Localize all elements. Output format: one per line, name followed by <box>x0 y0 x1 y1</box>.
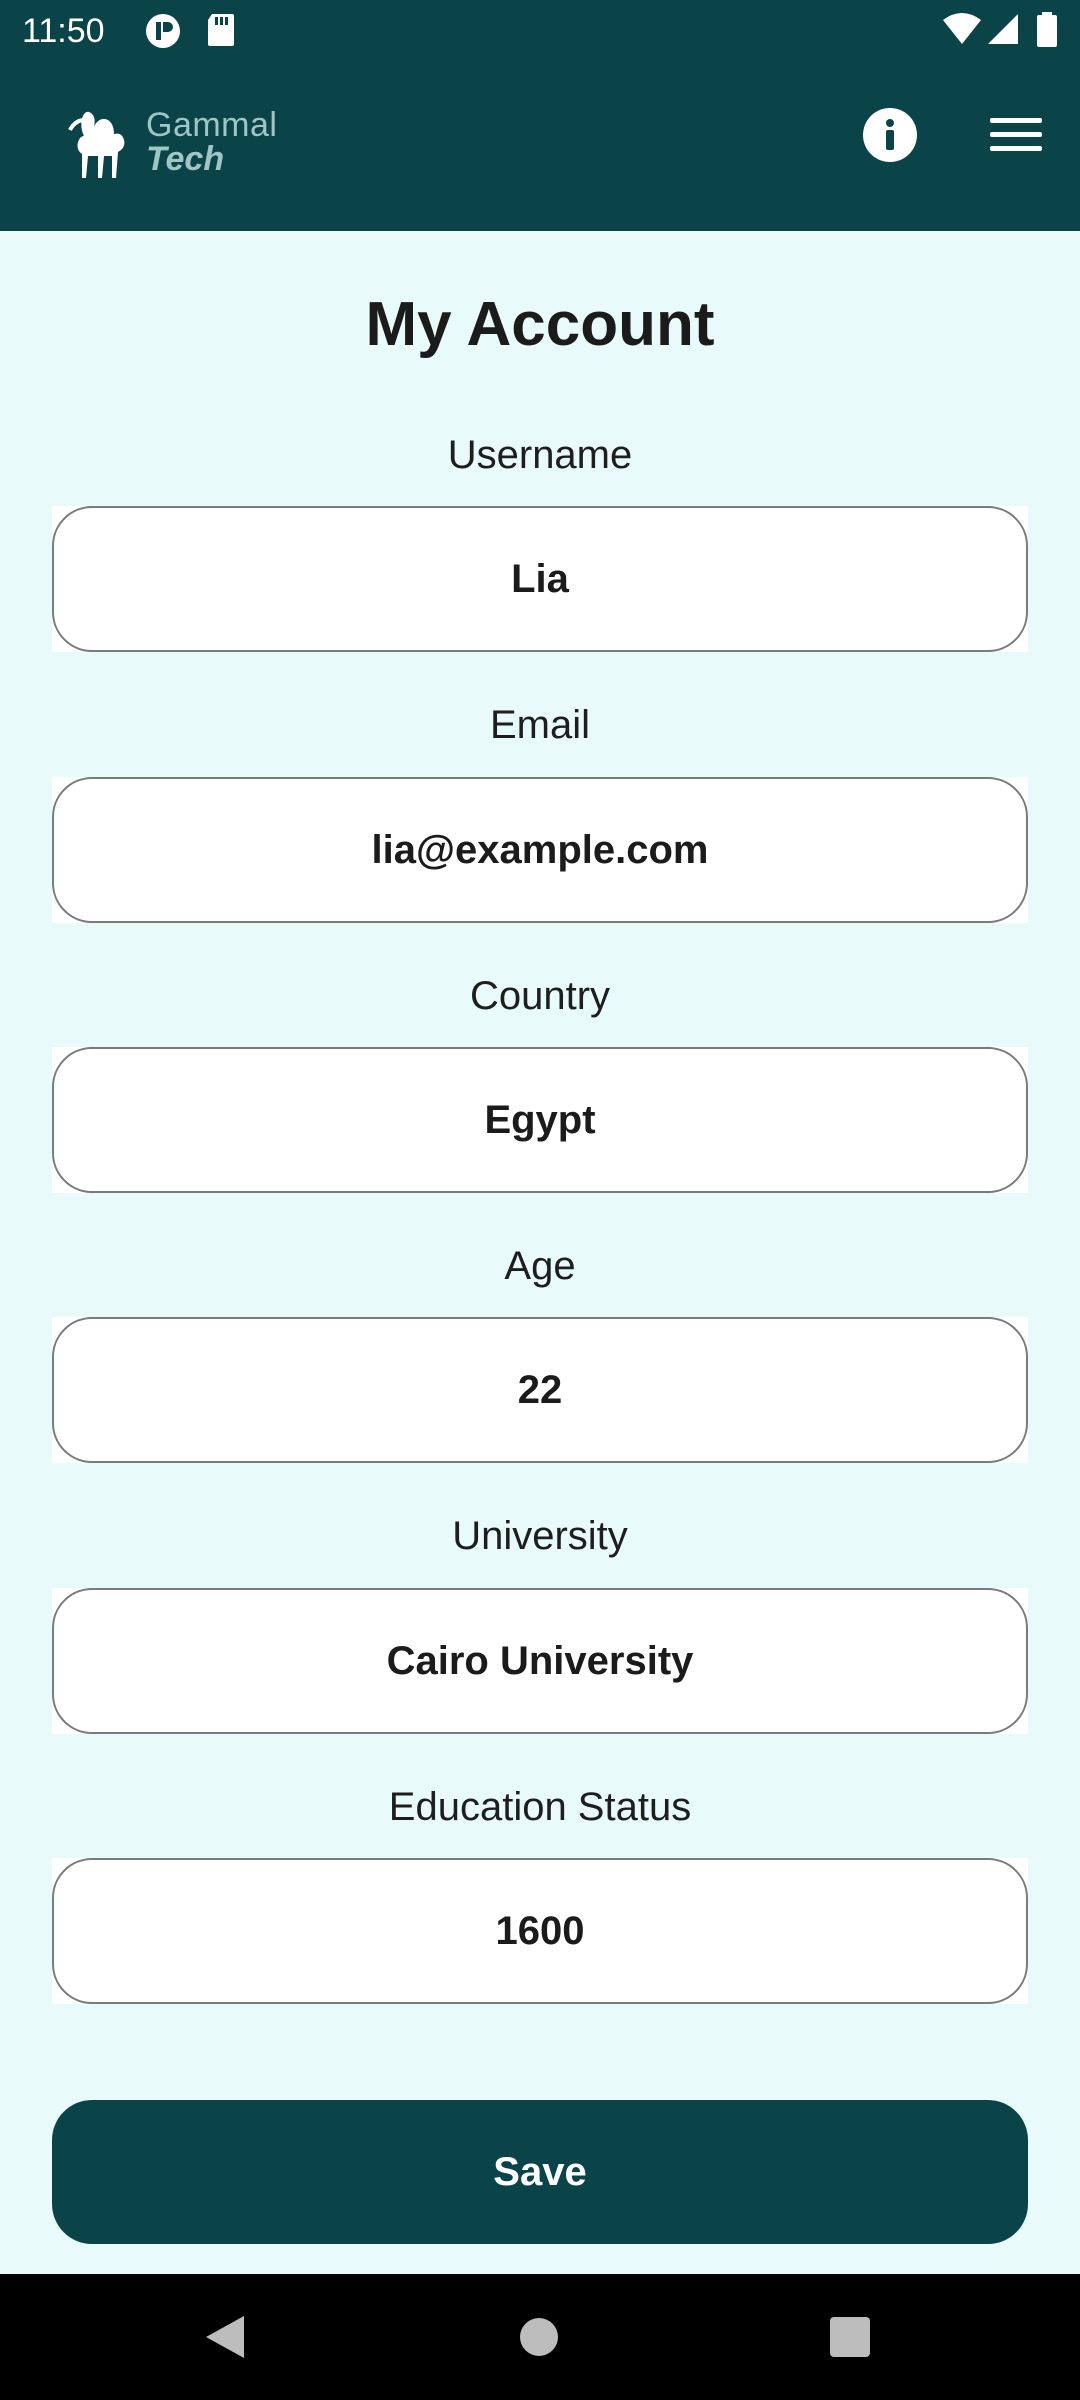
cellular-signal-icon <box>988 14 1018 44</box>
save-button[interactable]: Save <box>52 2100 1028 2244</box>
email-field[interactable]: lia@example.com <box>52 777 1028 923</box>
sd-card-icon <box>208 14 234 46</box>
country-label: Country <box>469 974 611 1018</box>
logo-text-tech: Tech <box>146 140 225 178</box>
system-navigation-bar <box>0 2274 1080 2400</box>
university-field-container: Cairo University <box>52 1588 1028 1734</box>
hamburger-menu-icon[interactable] <box>990 114 1042 156</box>
university-field[interactable]: Cairo University <box>52 1588 1028 1734</box>
age-label: Age <box>504 1244 576 1288</box>
university-label: University <box>452 1514 628 1558</box>
home-icon[interactable] <box>520 2318 558 2356</box>
country-field[interactable]: Egypt <box>52 1047 1028 1193</box>
app-bar: Gammal Tech <box>0 62 1080 231</box>
age-field-container: 22 <box>52 1317 1028 1463</box>
page-title: My Account <box>365 290 715 359</box>
username-field[interactable]: Lia <box>52 506 1028 652</box>
email-label: Email <box>489 703 591 747</box>
status-time: 11:50 <box>22 12 105 50</box>
status-bar: 11:50 <box>0 0 1080 62</box>
education-status-field-container: 1600 <box>52 1858 1028 2004</box>
email-field-container: lia@example.com <box>52 777 1028 923</box>
back-icon[interactable] <box>204 2314 246 2360</box>
battery-icon <box>1037 12 1057 47</box>
username-label: Username <box>447 433 633 477</box>
notification-app-icon <box>146 14 180 48</box>
recent-apps-icon[interactable] <box>830 2317 870 2357</box>
username-field-container: Lia <box>52 506 1028 652</box>
education-status-label: Education Status <box>388 1785 692 1829</box>
wifi-icon <box>943 13 981 44</box>
gammal-tech-logo: Gammal Tech <box>62 92 302 202</box>
camel-logo-icon <box>68 111 125 178</box>
country-field-container: Egypt <box>52 1047 1028 1193</box>
age-field[interactable]: 22 <box>52 1317 1028 1463</box>
info-icon[interactable] <box>862 107 918 163</box>
education-status-field[interactable]: 1600 <box>52 1858 1028 2004</box>
